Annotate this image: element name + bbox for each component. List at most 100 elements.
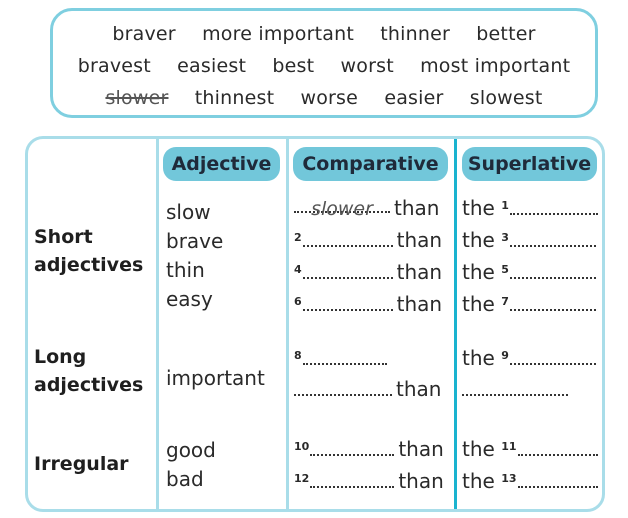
answer-blank[interactable] <box>302 345 387 365</box>
word-bank-item: braver <box>112 23 176 45</box>
word-bank-item: easiest <box>177 55 247 77</box>
superlative-row-5: the 5 <box>462 257 596 287</box>
superlative-row-7: the 7 <box>462 289 596 319</box>
answer-blank[interactable] <box>509 259 596 279</box>
answer-blank[interactable] <box>294 376 392 396</box>
row-label-short: Short adjectives <box>34 223 143 279</box>
question-number: 4 <box>294 263 302 276</box>
question-number: 5 <box>501 263 509 276</box>
comparative-row-6: 6 than <box>294 289 442 319</box>
word-bank-item: worse <box>300 87 359 109</box>
adjective-slow: slow <box>166 200 211 224</box>
answer-blank[interactable] <box>509 195 598 215</box>
question-number: 2 <box>294 231 302 244</box>
adjective-brave: brave <box>166 229 224 253</box>
answer-blank[interactable] <box>509 227 596 247</box>
question-number: 3 <box>501 231 509 244</box>
question-number: 11 <box>501 440 517 453</box>
comparative-row-12: 12 than <box>294 466 444 496</box>
header-comparative: Comparative <box>293 147 448 181</box>
the-label: the <box>462 469 495 493</box>
question-number: 1 <box>501 199 509 212</box>
word-bank-item: bravest <box>77 55 151 77</box>
answer-blank[interactable] <box>302 259 393 279</box>
the-label: the <box>462 228 495 252</box>
adjective-table: Adjective Comparative Superlative Short … <box>25 136 605 512</box>
question-number: 6 <box>294 295 302 308</box>
question-number: 8 <box>294 349 302 362</box>
adjective-good: good <box>166 438 216 462</box>
word-bank-line-1: braver more important thinner better <box>53 23 595 45</box>
row-label-line: adjectives <box>34 254 144 276</box>
comparative-answer-example: slower than <box>294 193 439 223</box>
word-bank-item: most important <box>420 55 571 77</box>
the-label: the <box>462 292 495 316</box>
handwritten-answer: slower <box>311 198 373 220</box>
comparative-row-4: 4 than <box>294 257 442 287</box>
word-bank-item: worst <box>340 55 394 77</box>
word-bank-item: thinner <box>380 23 451 45</box>
than-label: than <box>394 196 440 220</box>
than-label: than <box>396 377 442 401</box>
than-label: than <box>396 292 443 316</box>
than-label: than <box>398 437 444 461</box>
word-bank-item: thinnest <box>194 87 275 109</box>
adjective-bad: bad <box>166 467 204 491</box>
the-label: the <box>462 437 495 461</box>
word-bank-item: best <box>272 55 315 77</box>
superlative-row-3: the 3 <box>462 225 596 255</box>
adjective-easy: easy <box>166 287 213 311</box>
word-bank-item: more important <box>202 23 355 45</box>
superlative-row-11: the 11 <box>462 434 598 464</box>
column-divider-accent <box>454 139 457 509</box>
comparative-row-10: 10 than <box>294 434 444 464</box>
question-number: 9 <box>501 349 509 362</box>
row-label-line: Long <box>34 346 87 368</box>
than-label: than <box>398 469 444 493</box>
the-label: the <box>462 260 495 284</box>
the-label: the <box>462 196 495 220</box>
header-adjective: Adjective <box>163 147 280 181</box>
comparative-row-2: 2 than <box>294 225 442 255</box>
than-label: than <box>396 260 443 284</box>
question-number: 12 <box>294 472 310 485</box>
answer-blank-filled[interactable]: slower <box>294 193 390 220</box>
adjective-important: important <box>166 366 265 390</box>
row-label-line: Irregular <box>34 453 129 475</box>
column-divider <box>156 139 159 509</box>
superlative-row-9b <box>462 374 568 404</box>
question-number: 13 <box>501 472 517 485</box>
word-bank-item: easier <box>384 87 444 109</box>
question-number: 10 <box>294 440 310 453</box>
answer-blank[interactable] <box>509 345 596 365</box>
answer-blank[interactable] <box>517 436 598 456</box>
comparative-row-8b: than <box>294 374 441 404</box>
word-bank-item: better <box>476 23 536 45</box>
word-bank-item-used: slower <box>105 87 169 109</box>
superlative-row-1: the 1 <box>462 193 598 223</box>
word-bank-item: slowest <box>469 87 543 109</box>
answer-blank[interactable] <box>310 468 395 488</box>
superlative-row-13: the 13 <box>462 466 598 496</box>
answer-blank[interactable] <box>310 436 395 456</box>
question-number: 7 <box>501 295 509 308</box>
answer-blank[interactable] <box>302 291 393 311</box>
adjective-thin: thin <box>166 258 205 282</box>
answer-blank[interactable] <box>462 376 568 396</box>
row-label-line: adjectives <box>34 374 144 396</box>
answer-blank[interactable] <box>302 227 393 247</box>
row-label-irregular: Irregular <box>34 450 129 478</box>
the-label: the <box>462 346 495 370</box>
than-label: than <box>396 228 443 252</box>
word-bank-line-3: slower thinnest worse easier slowest <box>53 87 595 109</box>
superlative-row-9a: the 9 <box>462 343 596 373</box>
word-bank-line-2: bravest easiest best worst most importan… <box>53 55 595 77</box>
column-divider <box>286 139 289 509</box>
comparative-row-8a: 8 <box>294 343 387 373</box>
word-bank-box: braver more important thinner better bra… <box>50 8 598 118</box>
answer-blank[interactable] <box>509 291 596 311</box>
row-label-long: Long adjectives <box>34 343 143 399</box>
answer-blank[interactable] <box>517 468 598 488</box>
row-label-line: Short <box>34 226 93 248</box>
header-superlative: Superlative <box>462 147 597 181</box>
